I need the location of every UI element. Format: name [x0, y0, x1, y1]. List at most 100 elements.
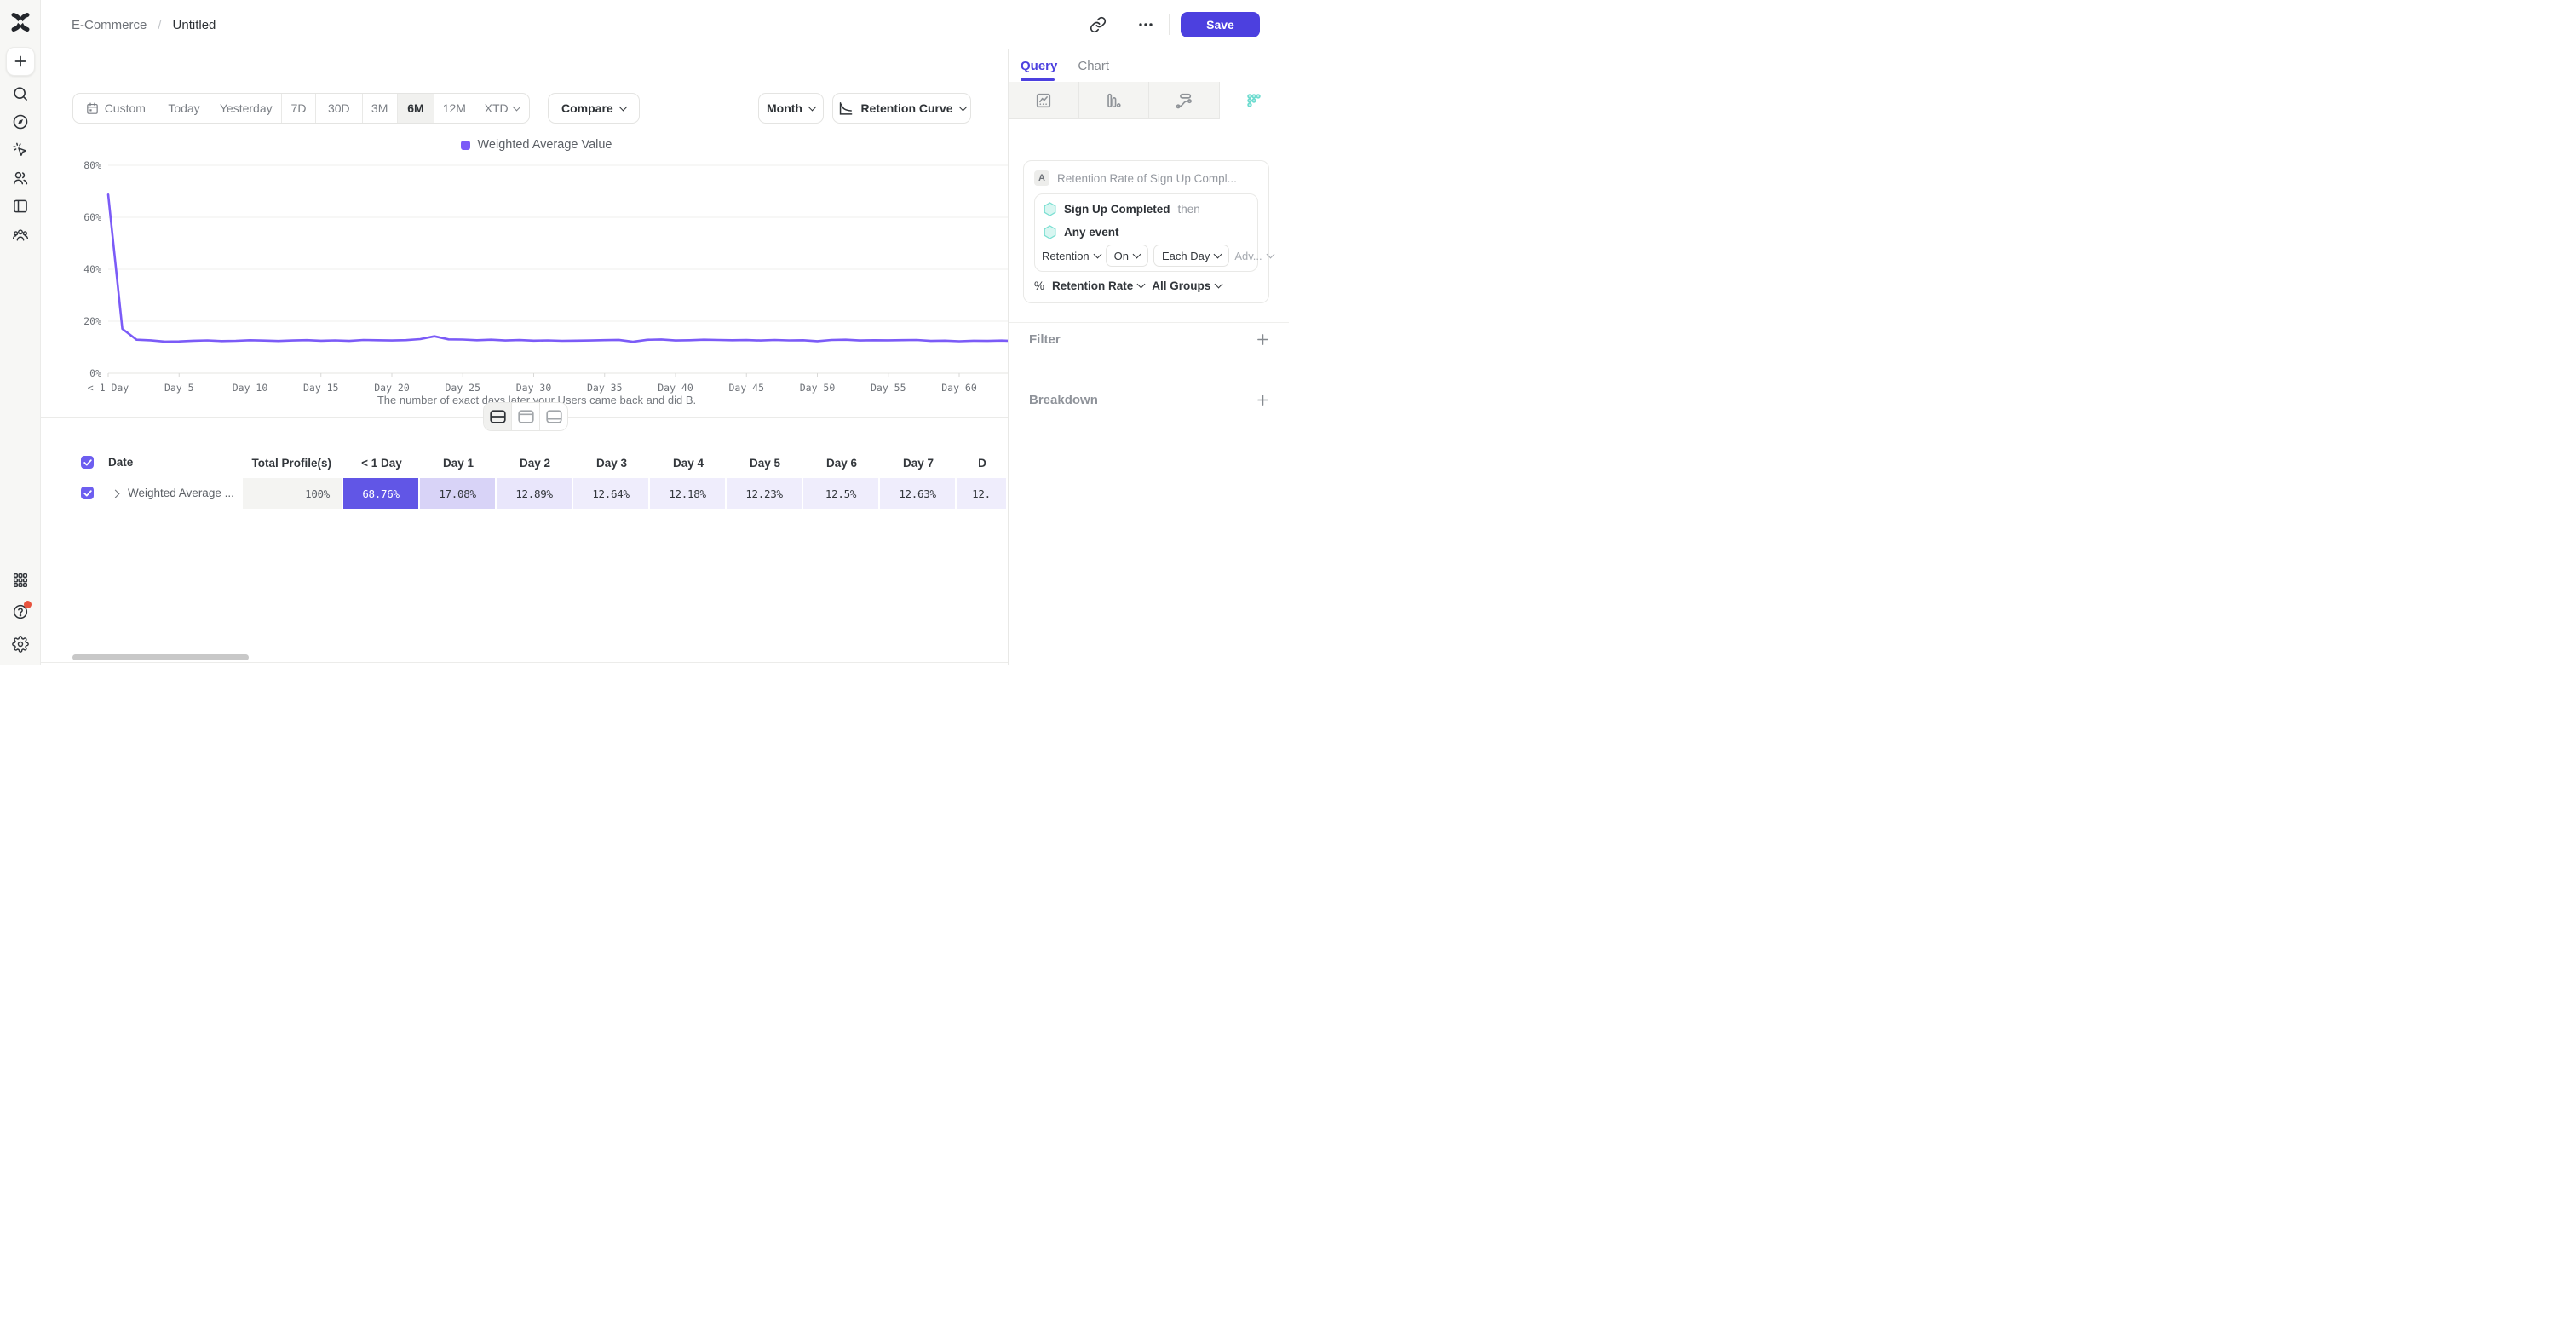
first-event-step[interactable]: Sign Up Completed then [1044, 202, 1200, 216]
range-button-12m[interactable]: 12M [434, 94, 474, 123]
compare-label: Compare [561, 101, 613, 115]
add-breakdown-button[interactable] [1256, 394, 1269, 406]
layout-chart-only-button[interactable] [512, 403, 540, 430]
table-header-row: Date Total Profile(s)< 1 DayDay 1Day 2Da… [41, 447, 1008, 478]
create-new-button[interactable] [6, 47, 35, 76]
return-event-step[interactable]: Any event [1044, 225, 1119, 239]
retention-cell-6[interactable]: 12.23% [727, 478, 803, 509]
retention-cell-5[interactable]: 12.18% [650, 478, 727, 509]
range-button-custom[interactable]: Custom [73, 94, 158, 123]
boards-icon[interactable] [12, 198, 29, 215]
add-filter-button[interactable] [1256, 333, 1269, 346]
copy-link-icon[interactable] [1088, 14, 1108, 35]
range-button-30d[interactable]: 30D [316, 94, 363, 123]
search-icon[interactable] [12, 85, 29, 102]
series-badge: A [1034, 170, 1049, 186]
retention-cell-7[interactable]: 12.5% [803, 478, 880, 509]
tab-query[interactable]: Query [1021, 59, 1057, 73]
report-title[interactable]: Untitled [173, 18, 216, 32]
app-logo[interactable] [9, 11, 32, 33]
column-header-8: Day 7 [880, 447, 957, 478]
svg-text:Day 30: Day 30 [516, 382, 552, 394]
range-button-6m[interactable]: 6M [398, 94, 435, 123]
compare-dropdown[interactable]: Compare [548, 93, 640, 124]
funnels-report-tab[interactable] [1079, 82, 1150, 119]
metric-row: % Retention Rate All Groups [1034, 279, 1222, 292]
select-all-checkbox[interactable] [81, 456, 94, 469]
date-range-group: CustomTodayYesterday7D30D3M6M12MXTD [72, 93, 530, 124]
retention-cell-2[interactable]: 17.08% [420, 478, 497, 509]
breadcrumb-separator: / [158, 18, 161, 32]
help-icon[interactable] [12, 603, 29, 620]
svg-text:20%: 20% [83, 315, 101, 327]
breakdown-label: Breakdown [1029, 393, 1098, 407]
column-header-3: Day 2 [497, 447, 573, 478]
metric-dropdown[interactable]: Retention Rate [1052, 279, 1144, 292]
cohorts-icon[interactable] [12, 227, 29, 244]
event-steps-card: Sign Up Completed then Any event Retenti… [1034, 193, 1258, 272]
column-header-0: Total Profile(s) [243, 447, 343, 478]
metric-prefix: % [1034, 279, 1044, 292]
events-cursor-icon[interactable] [12, 141, 29, 158]
chevron-down-icon [618, 102, 627, 111]
discover-compass-icon[interactable] [12, 113, 29, 130]
flows-report-tab[interactable] [1149, 82, 1220, 119]
svg-text:Day 45: Day 45 [728, 382, 764, 394]
retention-cell-8[interactable]: 12.63% [880, 478, 957, 509]
users-icon[interactable] [12, 170, 29, 187]
retention-cell-4[interactable]: 12.64% [573, 478, 650, 509]
retention-type-dropdown[interactable]: Retention [1042, 250, 1101, 262]
granularity-label: Month [767, 101, 802, 115]
column-header-4: Day 3 [573, 447, 650, 478]
advanced-dropdown[interactable]: Adv... [1234, 250, 1273, 262]
retention-curve-icon [837, 101, 854, 117]
apps-grid-icon[interactable] [12, 572, 29, 589]
row-label: Weighted Average ... [128, 487, 234, 499]
granularity-dropdown[interactable]: Month [758, 93, 824, 124]
svg-text:Day 55: Day 55 [871, 382, 906, 394]
more-options-icon[interactable] [1136, 14, 1156, 35]
each-day-dropdown[interactable]: Each Day [1153, 245, 1229, 267]
chevron-down-icon [808, 102, 817, 111]
layout-table-only-button[interactable] [540, 403, 567, 430]
svg-text:Day 15: Day 15 [303, 382, 339, 394]
query-name[interactable]: Retention Rate of Sign Up Compl... [1057, 172, 1237, 185]
column-header-6: Day 5 [727, 447, 803, 478]
retention-value-cells: 100%68.76%17.08%12.89%12.64%12.18%12.23%… [243, 478, 1008, 509]
svg-text:Day 5: Day 5 [164, 382, 194, 394]
horizontal-scrollbar-thumb[interactable] [72, 654, 249, 660]
row-checkbox[interactable] [81, 487, 94, 499]
legend-swatch [461, 141, 470, 150]
settings-gear-icon[interactable] [12, 636, 29, 653]
layout-toggle-group [483, 402, 568, 431]
query-panel: Query Chart A Retention Rate of Sign Up … [1008, 49, 1288, 666]
column-header-2: Day 1 [420, 447, 497, 478]
range-button-xtd[interactable]: XTD [474, 94, 529, 123]
on-dropdown[interactable]: On [1106, 245, 1148, 267]
retention-report-tab[interactable] [1220, 82, 1290, 119]
retention-cell-9[interactable]: 12. [957, 478, 1008, 509]
layout-split-view-button[interactable] [484, 403, 512, 430]
groups-dropdown[interactable]: All Groups [1152, 279, 1222, 292]
range-button-today[interactable]: Today [158, 94, 211, 123]
chart-type-dropdown[interactable]: Retention Curve [832, 93, 971, 124]
horizontal-scrollbar-track [41, 662, 1008, 663]
range-button-7d[interactable]: 7D [282, 94, 316, 123]
range-button-yesterday[interactable]: Yesterday [210, 94, 282, 123]
breadcrumb-project[interactable]: E-Commerce [72, 18, 147, 32]
legend-label: Weighted Average Value [477, 138, 612, 152]
retention-cell-1[interactable]: 68.76% [343, 478, 420, 509]
retention-line-chart[interactable]: 0%20%40%60%80%< 1 DayDay 5Day 10Day 15Da… [72, 158, 1008, 400]
svg-text:80%: 80% [83, 159, 101, 171]
svg-text:60%: 60% [83, 211, 101, 223]
retention-cell-0[interactable]: 100% [243, 478, 343, 509]
tab-chart[interactable]: Chart [1078, 59, 1109, 73]
insights-report-tab[interactable] [1009, 82, 1079, 119]
retention-cell-3[interactable]: 12.89% [497, 478, 573, 509]
svg-text:Day 10: Day 10 [233, 382, 268, 394]
query-header: A Retention Rate of Sign Up Compl... [1034, 170, 1237, 186]
save-button[interactable]: Save [1181, 12, 1260, 37]
column-header-9: D [957, 447, 1008, 478]
row-expand-chevron[interactable] [112, 490, 120, 498]
range-button-3m[interactable]: 3M [363, 94, 398, 123]
